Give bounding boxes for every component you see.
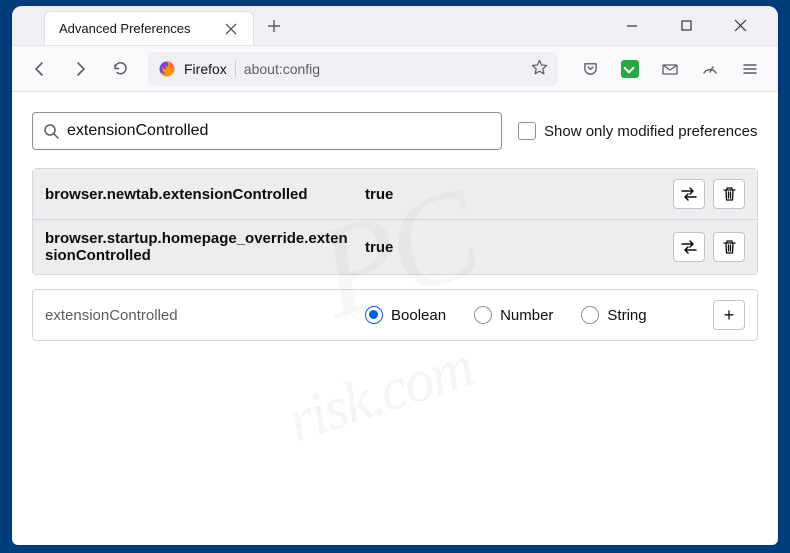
results-table: browser.newtab.extensionControlled true …: [32, 168, 758, 275]
pref-row: browser.startup.homepage_override.extens…: [33, 219, 757, 274]
reload-button[interactable]: [102, 51, 138, 87]
type-radios: Boolean Number String: [365, 306, 703, 324]
search-icon: [43, 123, 59, 139]
add-pref-button[interactable]: +: [713, 300, 745, 330]
toggle-button[interactable]: [673, 232, 705, 262]
url-text: about:config: [244, 61, 523, 77]
forward-button[interactable]: [62, 51, 98, 87]
search-row: Show only modified preferences: [32, 112, 758, 150]
back-button[interactable]: [22, 51, 58, 87]
new-tab-button[interactable]: [262, 14, 286, 38]
show-only-modified-checkbox[interactable]: Show only modified preferences: [518, 122, 757, 140]
pocket-icon[interactable]: [572, 51, 608, 87]
dashboard-icon[interactable]: [692, 51, 728, 87]
radio-label: String: [607, 307, 646, 324]
toggle-button[interactable]: [673, 179, 705, 209]
delete-button[interactable]: [713, 179, 745, 209]
radio-icon: [365, 306, 383, 324]
tab-title: Advanced Preferences: [59, 21, 211, 36]
pref-value: true: [365, 239, 663, 256]
search-input[interactable]: [67, 122, 491, 140]
delete-button[interactable]: [713, 232, 745, 262]
radio-string[interactable]: String: [581, 306, 646, 324]
url-bar[interactable]: Firefox about:config: [148, 52, 558, 86]
checkbox-label: Show only modified preferences: [544, 123, 757, 140]
about-config-content: Show only modified preferences browser.n…: [12, 92, 778, 361]
radio-number[interactable]: Number: [474, 306, 553, 324]
radio-label: Number: [500, 307, 553, 324]
titlebar: Advanced Preferences: [12, 6, 778, 46]
minimize-button[interactable]: [614, 11, 650, 41]
firefox-logo-icon: [158, 60, 176, 78]
radio-icon: [581, 306, 599, 324]
mail-icon[interactable]: [652, 51, 688, 87]
pref-name[interactable]: browser.startup.homepage_override.extens…: [45, 230, 355, 264]
bookmark-star-icon[interactable]: [531, 59, 548, 79]
new-pref-name: extensionControlled: [45, 307, 355, 324]
pref-row: browser.newtab.extensionControlled true: [33, 169, 757, 219]
hamburger-menu-icon[interactable]: [732, 51, 768, 87]
browser-window: Advanced Preferences: [12, 6, 778, 545]
close-window-button[interactable]: [722, 11, 758, 41]
radio-icon: [474, 306, 492, 324]
navbar: Firefox about:config: [12, 46, 778, 92]
pref-name[interactable]: browser.newtab.extensionControlled: [45, 186, 355, 203]
toolbar-right-icons: [568, 51, 768, 87]
pref-value: true: [365, 186, 663, 203]
radio-boolean[interactable]: Boolean: [365, 306, 446, 324]
new-pref-row: extensionControlled Boolean Number Strin…: [32, 289, 758, 341]
url-identity: Firefox: [184, 61, 236, 77]
tab-advanced-preferences[interactable]: Advanced Preferences: [44, 11, 254, 45]
checkbox-icon: [518, 122, 536, 140]
maximize-button[interactable]: [668, 11, 704, 41]
radio-label: Boolean: [391, 307, 446, 324]
extension-badge-icon[interactable]: [612, 51, 648, 87]
search-box[interactable]: [32, 112, 502, 150]
window-controls: [614, 11, 778, 41]
close-tab-icon[interactable]: [219, 17, 243, 41]
